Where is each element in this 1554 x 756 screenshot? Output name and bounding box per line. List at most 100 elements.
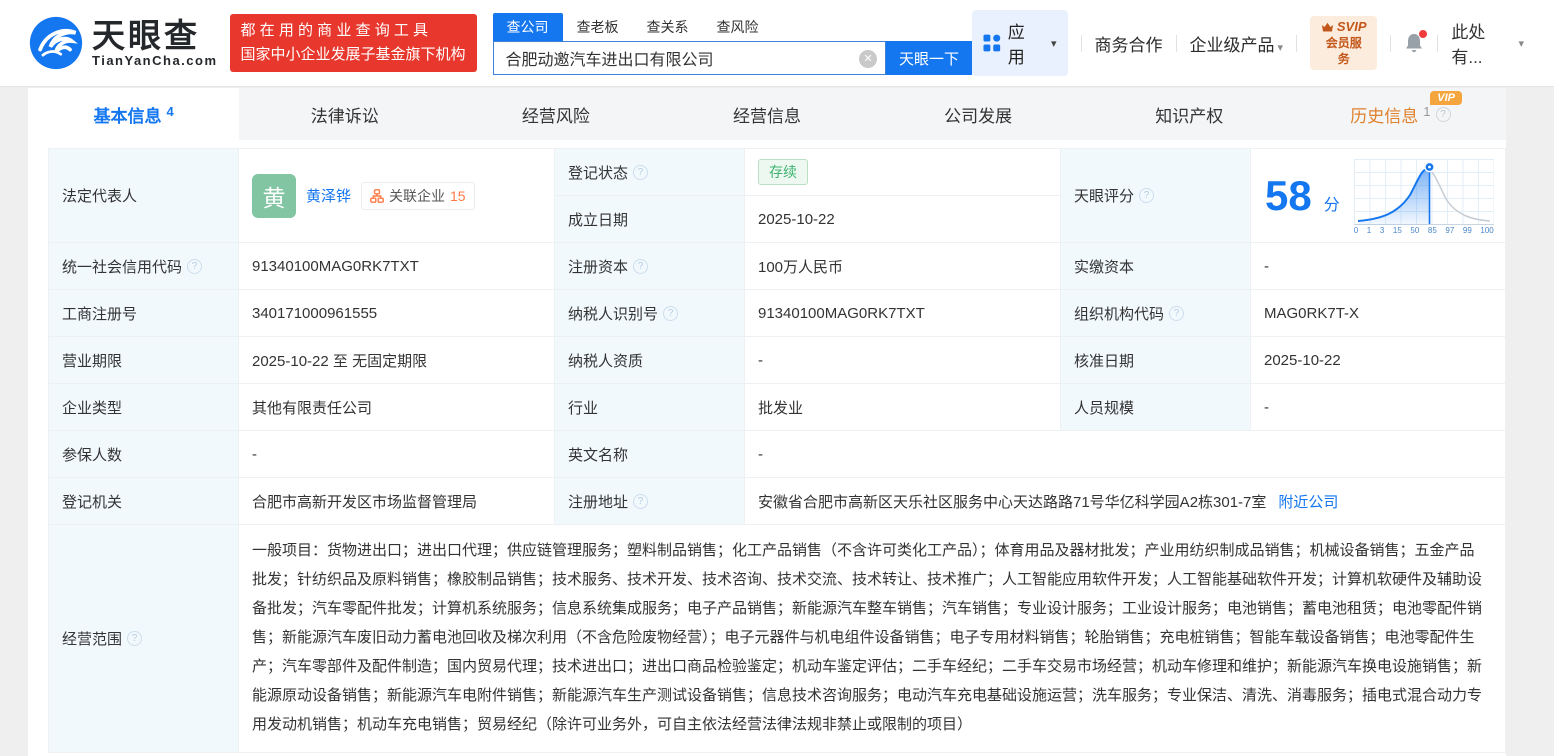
vip-badge: VIP bbox=[1430, 91, 1462, 105]
field-label: 参保人数 bbox=[62, 446, 123, 464]
help-icon[interactable]: ? bbox=[633, 258, 649, 274]
credit-code-value: 91340100MAG0RK7TXT bbox=[239, 243, 555, 290]
tick-label: 50 bbox=[1410, 225, 1420, 235]
establish-date-label: 成立日期 bbox=[555, 196, 745, 243]
table-row: 统一社会信用代码 ? 91340100MAG0RK7TXT 注册资本 ? 100… bbox=[49, 243, 1505, 290]
tick-label: 85 bbox=[1427, 225, 1437, 235]
brand-name: 天眼查 bbox=[92, 16, 200, 54]
score-value: 58 bbox=[1265, 171, 1312, 219]
search-tab-boss[interactable]: 查老板 bbox=[563, 13, 633, 41]
nav-business-cooperation[interactable]: 商务合作 bbox=[1095, 31, 1163, 56]
brand-domain: TianYanCha.com bbox=[92, 52, 218, 68]
field-label: 企业类型 bbox=[62, 399, 123, 417]
field-value: 340171000961555 bbox=[252, 304, 378, 322]
field-value: 91340100MAG0RK7TXT bbox=[758, 304, 925, 322]
table-row: 工商注册号 340171000961555 纳税人识别号 ? 91340100M… bbox=[49, 290, 1505, 337]
divider bbox=[1080, 34, 1082, 52]
search-input[interactable] bbox=[493, 42, 886, 74]
field-label: 纳税人识别号 bbox=[568, 305, 659, 323]
user-menu[interactable]: 此处有... ▾ bbox=[1451, 18, 1524, 68]
field-value: 合肥市高新开发区市场监督管理局 bbox=[252, 493, 478, 511]
tab-operating-risk[interactable]: 经营风险 bbox=[450, 88, 661, 140]
nav-enterprise-products[interactable]: 企业级产品 ▾ bbox=[1190, 31, 1284, 56]
avatar[interactable]: 黄 bbox=[252, 173, 296, 218]
field-value: - bbox=[758, 351, 763, 369]
divider bbox=[1437, 34, 1439, 52]
field-label: 人员规模 bbox=[1074, 399, 1135, 417]
tab-operating-info[interactable]: 经营信息 bbox=[661, 88, 872, 140]
table-row: 法定代表人 黄 黄泽铧 关联企业 15 登记状态 ? 存续 成立日期 2025-… bbox=[49, 149, 1505, 243]
search-input-box: ✕ bbox=[492, 41, 887, 75]
staff-size-label: 人员规模 bbox=[1061, 384, 1251, 431]
score-cell: 58 分 0 1 3 15 50 85 97 99 100 bbox=[1251, 149, 1505, 243]
business-scope-value: 一般项目：货物进出口；进出口代理；供应链管理服务；塑料制品销售；化工产品销售（不… bbox=[239, 525, 1505, 753]
chart-x-axis: 0 1 3 15 50 85 97 99 100 bbox=[1354, 226, 1494, 235]
search-tab-company[interactable]: 查公司 bbox=[492, 13, 563, 41]
tick-label: 97 bbox=[1445, 225, 1455, 235]
search-button[interactable]: 天眼一下 bbox=[886, 41, 973, 75]
credit-code-label: 统一社会信用代码 ? bbox=[49, 243, 239, 290]
field-label: 英文名称 bbox=[568, 446, 629, 464]
table-row: 登记状态 ? 存续 bbox=[555, 149, 1061, 196]
svip-member-button[interactable]: SVIP 会员服务 bbox=[1310, 16, 1378, 70]
related-companies-badge[interactable]: 关联企业 15 bbox=[361, 181, 475, 210]
slogan-banner: 都 在 用 的 商 业 查 询 工 具 国家中小企业发展子基金旗下机构 bbox=[229, 14, 477, 72]
table-row: 营业期限 2025-10-22 至 无固定期限 纳税人资质 - 核准日期 202… bbox=[49, 337, 1505, 384]
chevron-down-icon: ▾ bbox=[1051, 37, 1057, 50]
field-label: 天眼评分 bbox=[1074, 188, 1135, 205]
taxpayer-qualification-label: 纳税人资质 bbox=[555, 337, 745, 384]
help-icon[interactable]: ? bbox=[1435, 106, 1451, 122]
help-icon[interactable]: ? bbox=[187, 258, 203, 274]
tianyancha-logo[interactable]: 天眼查 TianYanCha.com bbox=[28, 15, 218, 71]
org-chart-icon bbox=[370, 188, 384, 203]
staff-size-value: - bbox=[1251, 384, 1505, 431]
tab-intellectual-property[interactable]: 知识产权 bbox=[1084, 88, 1295, 140]
help-icon[interactable]: ? bbox=[1169, 305, 1185, 321]
tab-label: 知识产权 bbox=[1155, 106, 1224, 126]
help-icon[interactable]: ? bbox=[663, 305, 679, 321]
help-icon[interactable]: ? bbox=[127, 631, 143, 646]
help-icon[interactable]: ? bbox=[633, 164, 649, 180]
tianyancha-logo-icon bbox=[29, 16, 83, 70]
field-value: 100万人民币 bbox=[758, 258, 844, 276]
org-code-label: 组织机构代码 ? bbox=[1061, 290, 1251, 337]
company-type-value: 其他有限责任公司 bbox=[239, 384, 555, 431]
field-label: 法定代表人 bbox=[62, 188, 138, 205]
tick-label: 15 bbox=[1392, 225, 1402, 235]
company-type-label: 企业类型 bbox=[49, 384, 239, 431]
tab-basic-info[interactable]: 基本信息 4 bbox=[28, 88, 240, 140]
legal-rep-name-link[interactable]: 黄泽铧 bbox=[306, 185, 351, 206]
tab-history-info[interactable]: VIP 历史信息 1 ? bbox=[1295, 88, 1506, 140]
search-tabs: 查公司 查老板 查关系 查风险 bbox=[492, 13, 973, 41]
tab-legal-proceedings[interactable]: 法律诉讼 bbox=[239, 88, 450, 140]
apps-button[interactable]: 应用 ▾ bbox=[972, 10, 1068, 76]
related-count: 15 bbox=[450, 187, 466, 204]
paid-in-capital-value: - bbox=[1251, 243, 1505, 290]
field-value: 2025-10-22 bbox=[758, 210, 835, 228]
help-icon[interactable]: ? bbox=[1139, 188, 1155, 203]
clear-icon[interactable]: ✕ bbox=[859, 50, 878, 68]
company-info-table: 法定代表人 黄 黄泽铧 关联企业 15 登记状态 ? 存续 成立日期 2025-… bbox=[48, 148, 1506, 753]
field-label: 实缴资本 bbox=[1074, 258, 1135, 276]
registered-capital-value: 100万人民币 bbox=[745, 243, 1061, 290]
notification-bell-button[interactable] bbox=[1404, 30, 1428, 54]
tab-label: 经营风险 bbox=[521, 106, 590, 126]
help-icon[interactable]: ? bbox=[633, 493, 649, 509]
industry-value: 批发业 bbox=[745, 384, 1061, 431]
search-tab-relation[interactable]: 查关系 bbox=[633, 13, 703, 41]
tab-label: 法律诉讼 bbox=[310, 106, 379, 126]
field-label: 工商注册号 bbox=[62, 305, 138, 323]
business-term-label: 营业期限 bbox=[49, 337, 239, 384]
status-date-column: 登记状态 ? 存续 成立日期 2025-10-22 bbox=[555, 149, 1061, 243]
nearby-companies-link[interactable]: 附近公司 bbox=[1278, 491, 1338, 512]
search-tab-risk[interactable]: 查风险 bbox=[703, 13, 773, 41]
business-reg-number-value: 340171000961555 bbox=[239, 290, 555, 337]
field-value: - bbox=[1264, 398, 1269, 416]
field-value: 2025-10-22 至 无固定期限 bbox=[252, 352, 428, 370]
tab-company-development[interactable]: 公司发展 bbox=[873, 88, 1084, 140]
field-value: 91340100MAG0RK7TXT bbox=[252, 257, 419, 275]
tab-label: 基本信息 bbox=[93, 106, 162, 126]
field-label: 核准日期 bbox=[1074, 352, 1135, 370]
tick-label: 100 bbox=[1480, 225, 1494, 235]
tick-label: 3 bbox=[1379, 225, 1385, 235]
